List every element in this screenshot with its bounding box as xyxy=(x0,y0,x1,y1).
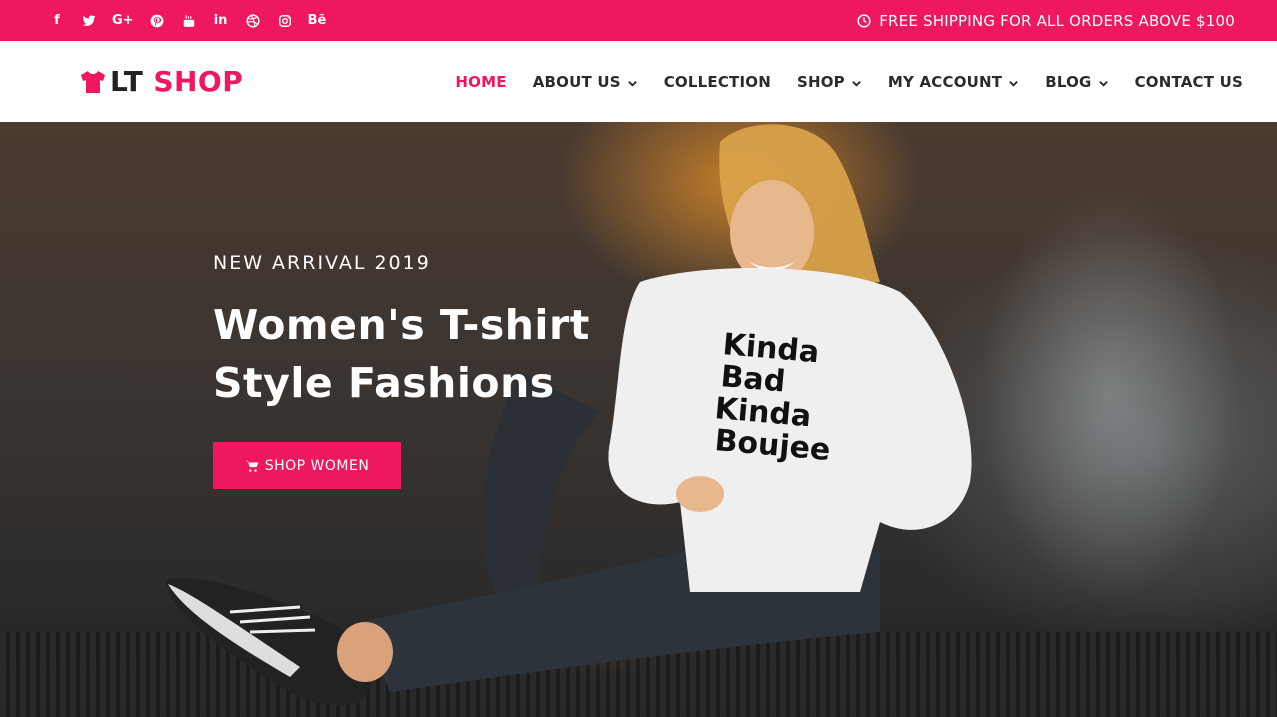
nav-item-contact-us[interactable]: CONTACT US xyxy=(1135,73,1243,91)
chevron-down-icon xyxy=(627,80,637,87)
shipping-notice: FREE SHIPPING FOR ALL ORDERS ABOVE $100 xyxy=(857,0,1235,41)
chevron-down-icon xyxy=(852,80,861,87)
google-plus-icon[interactable]: G+ xyxy=(112,12,134,30)
nav-item-home[interactable]: HOME xyxy=(455,73,506,91)
youtube-icon[interactable] xyxy=(180,12,198,30)
nav-item-label: CONTACT US xyxy=(1134,72,1243,91)
shop-women-button[interactable]: SHOP WOMEN xyxy=(213,442,401,489)
hero-subtitle: NEW ARRIVAL 2019 xyxy=(213,252,431,274)
twitter-icon[interactable] xyxy=(80,12,98,30)
pinterest-icon[interactable] xyxy=(148,12,166,30)
nav-item-label: SHOP xyxy=(796,72,845,91)
nav-item-about-us[interactable]: ABOUT US xyxy=(533,73,638,91)
clock-icon xyxy=(857,13,871,28)
hero-model-illustration: Kinda Bad Kinda Boujee xyxy=(165,124,972,706)
main-nav: HOME ABOUT US COLLECTION SHOP MY ACCOUNT… xyxy=(455,41,1243,122)
logo-lt: LT xyxy=(110,65,144,98)
site-header: LT SHOP HOME ABOUT US COLLECTION SHOP MY… xyxy=(0,41,1277,122)
hero-banner: Kinda Bad Kinda Boujee NEW ARRIVAL 2019 … xyxy=(0,122,1277,717)
instagram-icon[interactable] xyxy=(276,12,294,30)
nav-item-label: HOME xyxy=(455,72,507,91)
logo[interactable]: LT SHOP xyxy=(80,41,243,122)
nav-item-label: BLOG xyxy=(1045,72,1092,91)
top-bar: f G+ in Bē FREE SHIPPING FOR ALL ORDERS … xyxy=(0,0,1277,41)
cart-icon xyxy=(245,460,259,472)
nav-item-shop[interactable]: SHOP xyxy=(797,73,862,91)
hero-title: Women's T-shirt Style Fashions xyxy=(213,301,590,407)
nav-item-label: COLLECTION xyxy=(663,72,771,91)
facebook-icon[interactable]: f xyxy=(48,12,66,30)
shop-women-label: SHOP WOMEN xyxy=(264,457,370,474)
shipping-text: FREE SHIPPING FOR ALL ORDERS ABOVE $100 xyxy=(879,11,1235,30)
nav-item-label: MY ACCOUNT xyxy=(887,72,1003,91)
nav-item-collection[interactable]: COLLECTION xyxy=(664,73,771,91)
logo-shop: SHOP xyxy=(153,65,244,98)
dribbble-icon[interactable] xyxy=(244,12,262,30)
hero-text: NEW ARRIVAL 2019 Women's T-shirt Style F… xyxy=(213,252,633,489)
nav-item-blog[interactable]: BLOG xyxy=(1045,73,1108,91)
chevron-down-icon xyxy=(1098,80,1108,87)
tshirt-icon xyxy=(81,70,105,93)
social-links: f G+ in Bē xyxy=(48,0,326,41)
behance-icon[interactable]: Bē xyxy=(308,12,327,30)
nav-item-label: ABOUT US xyxy=(532,72,621,91)
chevron-down-icon xyxy=(1009,80,1019,87)
nav-item-my-account[interactable]: MY ACCOUNT xyxy=(888,73,1019,91)
linkedin-icon[interactable]: in xyxy=(212,12,230,30)
